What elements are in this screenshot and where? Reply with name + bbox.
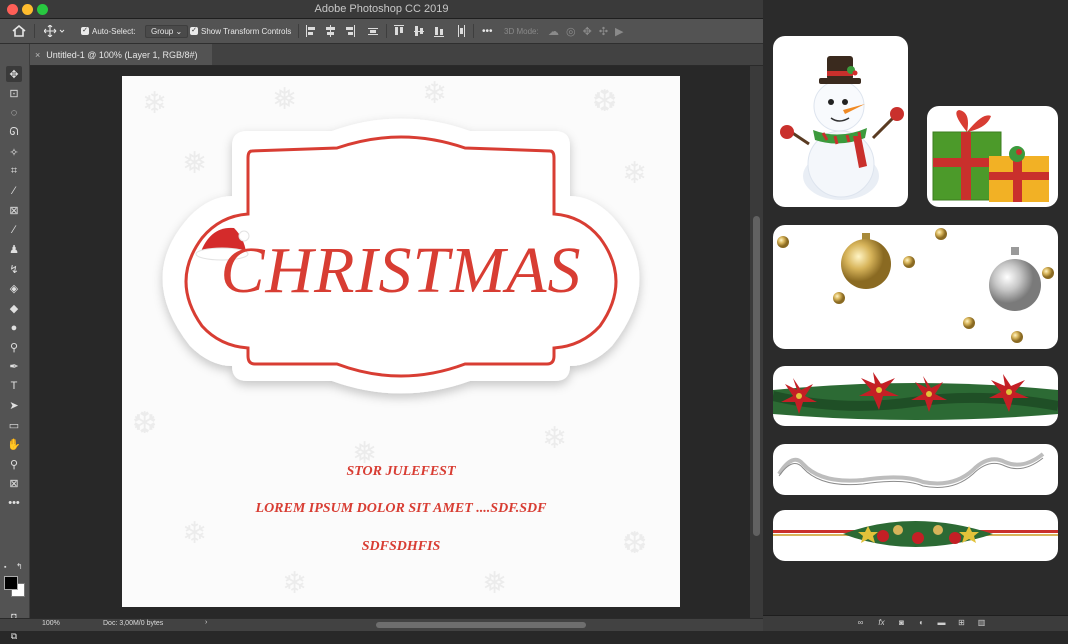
new-layer-icon[interactable]: ⊞ (956, 618, 967, 628)
window-title: Adobe Photoshop CC 2019 (314, 3, 449, 15)
stamp-tool-icon[interactable]: ♟ (6, 242, 22, 258)
horizontal-scroll-thumb[interactable] (376, 622, 586, 628)
path-select-tool-icon[interactable]: ➤ (6, 398, 22, 414)
folder-icon[interactable]: ▬ (936, 618, 947, 628)
vertical-scrollbar[interactable] (750, 66, 763, 618)
subtitle-text: LOREM IPSUM DOLOR SIT AMET ....SDF.SDF (255, 501, 547, 516)
status-bar: 100% Doc: 3,00M/0 bytes › (0, 618, 763, 631)
crop-tool-icon[interactable]: ⌗ (6, 164, 22, 180)
rectangle-tool-icon[interactable]: ▭ (6, 417, 22, 433)
paint-bucket-tool-icon[interactable]: ◆ (6, 300, 22, 316)
show-transform-label: Show Transform Controls (201, 26, 292, 36)
dodge-tool-icon[interactable]: ⚲ (6, 339, 22, 355)
align-left-icon[interactable] (306, 25, 316, 37)
auto-select-label: Auto-Select: (92, 26, 136, 36)
auto-select-dropdown[interactable]: Group ⌄ (145, 24, 189, 38)
lasso-tool-icon[interactable]: ᘏ (6, 125, 22, 141)
document-tab-bar: × Untitled-1 @ 100% (Layer 1, RGB/8#) (30, 44, 763, 66)
more-tools-icon[interactable]: ••• (6, 495, 22, 511)
zoom-level[interactable]: 100% (42, 620, 60, 627)
vertical-scroll-thumb[interactable] (753, 216, 760, 536)
ornaments-image (777, 228, 1054, 343)
distribute-icon[interactable] (368, 25, 378, 37)
history-brush-tool-icon[interactable]: ↯ (6, 261, 22, 277)
artboard-tool-icon[interactable]: ⊡ (6, 86, 22, 102)
3d-roll-icon[interactable]: ◎ (566, 25, 583, 38)
asset-panel: ∞ fx ◙ ◐ ▬ ⊞ ▥ (763, 0, 1068, 631)
3d-pan-icon[interactable]: ✥ (583, 25, 599, 38)
footer-text: SDFSDHFIS (361, 539, 441, 554)
more-options-button[interactable]: ••• (482, 19, 493, 43)
options-bar: ✓ Auto-Select: Group ⌄ ✓ Show Transform … (0, 19, 763, 44)
close-tab-icon[interactable]: × (35, 50, 40, 60)
hand-tool-icon[interactable]: ✋ (6, 437, 22, 453)
gift-boxes-image (932, 110, 1049, 202)
fx-icon[interactable]: fx (876, 618, 887, 628)
silver-ribbon-card[interactable] (773, 444, 1058, 495)
ornaments-card[interactable] (773, 225, 1058, 349)
auto-select-value: Group (151, 26, 174, 36)
adjustment-icon[interactable]: ◐ (916, 618, 927, 628)
document-tab[interactable]: × Untitled-1 @ 100% (Layer 1, RGB/8#) (30, 44, 212, 65)
document-size: Doc: 3,00M/0 bytes (103, 620, 164, 627)
link-icon[interactable]: ∞ (855, 618, 866, 628)
foreground-color-swatch[interactable] (4, 576, 18, 590)
label-frame (162, 118, 640, 394)
document-tab-label: Untitled-1 @ 100% (Layer 1, RGB/8#) (46, 49, 198, 60)
type-tool-icon[interactable]: T (6, 378, 22, 394)
poinsettia-garland-image (773, 372, 1058, 420)
pine-ribbon-card[interactable] (773, 510, 1058, 561)
pine-ribbon-image (773, 521, 1058, 547)
3d-tool-icon[interactable]: ⊠ (6, 476, 22, 492)
blur-tool-icon[interactable]: ● (6, 320, 22, 336)
marquee-tool-icon[interactable]: ◌ (6, 105, 22, 121)
move-tool-icon[interactable]: ✥ (6, 66, 22, 82)
3d-slide-icon[interactable]: ✣ (599, 25, 615, 38)
default-colors-icon[interactable]: ▪ (4, 564, 6, 571)
align-center-h-icon[interactable] (325, 25, 335, 37)
poinsettia-garland-card[interactable] (773, 366, 1058, 426)
pen-tool-icon[interactable]: ✒ (6, 359, 22, 375)
layers-panel-footer: ∞ fx ◙ ◐ ▬ ⊞ ▥ (763, 615, 1068, 631)
3d-mode-label: 3D Mode: (504, 26, 539, 36)
home-icon[interactable] (12, 19, 26, 43)
auto-select-checkbox[interactable]: ✓ (81, 27, 89, 35)
align-right-icon[interactable] (345, 25, 355, 37)
3d-mode-icons: ☁ ◎ ✥ ✣ ▶ (548, 19, 631, 43)
document-canvas[interactable]: ❄ ❅ ❄ ❆ ❅ ❄ ❆ ❄ ❅ ❄ ❆ ❄ ❅ CHRISTMAS STOR… (122, 76, 680, 607)
distribute-v-icon[interactable] (456, 25, 466, 37)
zoom-tool-icon[interactable]: ⚲ (6, 456, 22, 472)
align-bottom-icon[interactable] (434, 25, 444, 37)
eyedropper-tool-icon[interactable]: ⁄ (6, 183, 22, 199)
show-transform-checkbox[interactable]: ✓ (190, 27, 198, 35)
3d-scale-icon[interactable]: ▶ (615, 25, 630, 38)
trash-icon[interactable]: ▥ (976, 618, 987, 628)
brush-tool-icon[interactable]: ∕ (6, 222, 22, 238)
silver-ribbon-image (777, 452, 1045, 488)
quick-select-tool-icon[interactable]: ✧ (6, 144, 22, 160)
snowman-card[interactable] (773, 36, 908, 207)
event-title-text: STOR JULEFEST (346, 464, 456, 479)
tools-panel: ✥ ⊡ ◌ ᘏ ✧ ⌗ ⁄ ⊠ ∕ ♟ ↯ ◈ ◆ ● ⚲ ✒ T ➤ ▭ ✋ ⚲ ⊠ ••• ▪ ↰ ◘ ⧉ (0, 44, 30, 641)
move-tool-preset-icon[interactable] (44, 19, 66, 43)
gift-boxes-card[interactable] (927, 106, 1058, 207)
christmas-title: CHRISTMAS (220, 234, 582, 307)
snowman-image (780, 56, 904, 200)
title-bar: Adobe Photoshop CC 2019 (0, 0, 763, 19)
swap-colors-icon[interactable]: ↰ (16, 562, 23, 571)
frame-tool-icon[interactable]: ⊠ (6, 203, 22, 219)
align-middle-v-icon[interactable] (414, 25, 424, 37)
mask-icon[interactable]: ◙ (896, 618, 907, 628)
eraser-tool-icon[interactable]: ◈ (6, 281, 22, 297)
3d-orbit-icon[interactable]: ☁ (548, 25, 566, 38)
status-menu-arrow[interactable]: › (205, 619, 207, 626)
align-top-icon[interactable] (394, 25, 404, 37)
